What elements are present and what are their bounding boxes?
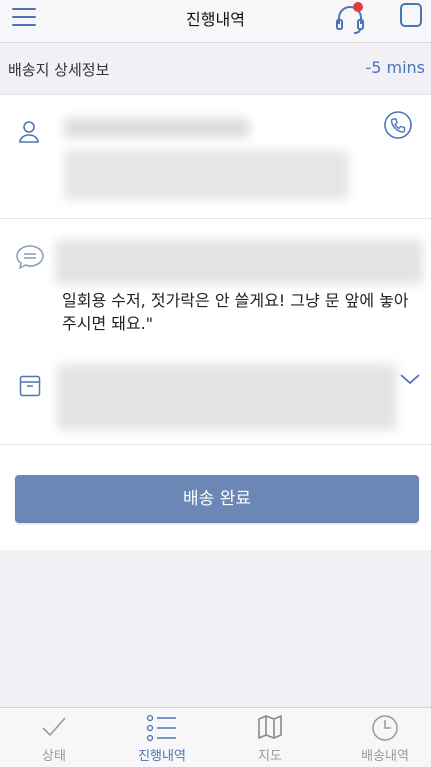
request-text-redacted: [55, 240, 423, 284]
headset-icon[interactable]: [333, 2, 367, 36]
time-remaining: -5 mins: [365, 58, 425, 77]
list-icon: [146, 714, 176, 742]
tab-bar: 상태 진행내역 지도 배송내역: [0, 707, 431, 767]
tab-status[interactable]: 상태: [0, 708, 108, 767]
box-icon: [19, 375, 41, 397]
map-icon: [258, 715, 282, 739]
section-title: 배송지 상세정보: [8, 61, 110, 79]
tab-label: 지도: [258, 749, 282, 764]
top-bar: 진행내역: [0, 0, 431, 43]
tab-history[interactable]: 배송내역: [331, 708, 431, 767]
checkmark-icon: [42, 717, 66, 737]
order-items-redacted: [57, 364, 397, 430]
tab-map[interactable]: 지도: [216, 708, 324, 767]
message-icon: [16, 245, 44, 270]
divider: [0, 444, 431, 445]
recipient-name-redacted: [64, 118, 249, 138]
chevron-down-icon[interactable]: [399, 372, 421, 386]
square-icon[interactable]: [399, 2, 423, 28]
tab-label: 배송내역: [361, 749, 409, 764]
tab-label: 상태: [42, 749, 66, 764]
section-header: 배송지 상세정보 -5 mins: [0, 43, 431, 95]
delivery-complete-button[interactable]: 배송 완료: [15, 475, 419, 523]
clock-icon: [372, 715, 398, 741]
recipient-address-redacted: [64, 150, 349, 200]
notification-dot-icon: [353, 2, 363, 12]
phone-icon[interactable]: [383, 110, 413, 140]
person-icon: [19, 121, 39, 143]
divider: [0, 218, 431, 219]
delivery-request-note: 일회용 수저, 젓가락은 안 쓸게요! 그냥 문 앞에 놓아 주시면 돼요.": [62, 291, 409, 333]
tab-label: 진행내역: [138, 749, 186, 764]
tab-progress[interactable]: 진행내역: [108, 708, 216, 767]
